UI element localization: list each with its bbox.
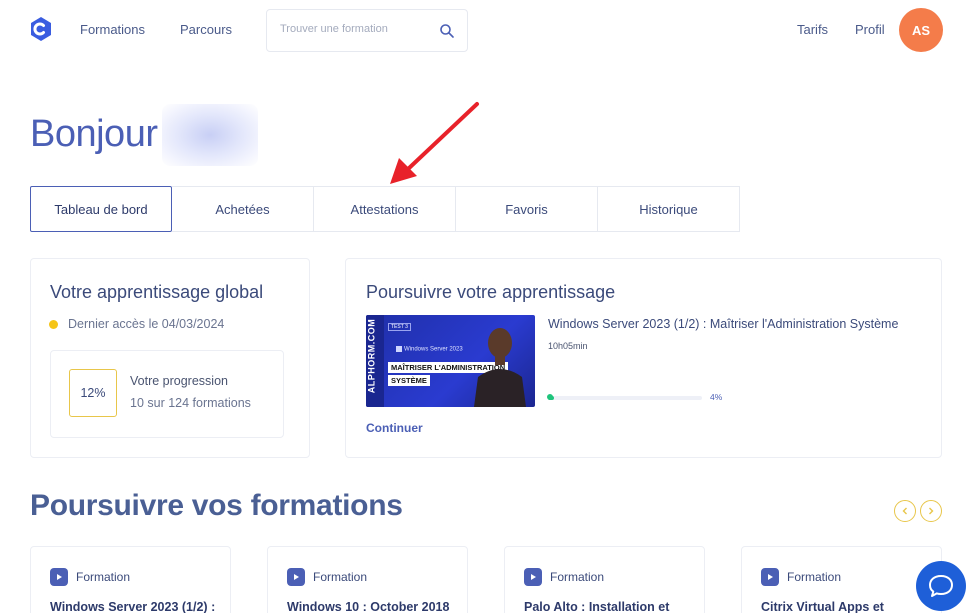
tab-historique[interactable]: Historique (598, 186, 740, 232)
thumbnail-line2: SYSTÈME (388, 375, 430, 386)
search-input[interactable] (280, 23, 430, 35)
global-card-title: Votre apprentissage global (50, 282, 264, 302)
logo-icon[interactable] (28, 16, 54, 42)
search-icon[interactable] (439, 23, 455, 39)
carousel-next-button[interactable] (920, 500, 942, 522)
chat-icon (929, 575, 953, 597)
continue-card-title: Poursuivre votre apprentissage (366, 282, 616, 302)
tab-favoris[interactable]: Favoris (456, 186, 598, 232)
course-title[interactable]: Windows Server 2023 (1/2) : Maîtriser l'… (548, 317, 898, 331)
carousel-prev-button[interactable] (894, 500, 916, 522)
global-learning-card: Votre apprentissage global Dernier accès… (30, 258, 310, 458)
formation-card[interactable]: Formation Palo Alto : Installation et (504, 546, 705, 613)
play-icon (287, 568, 305, 586)
course-thumbnail[interactable]: ALPHORM.COM TEST 3 Windows Server 2023 M… (366, 315, 535, 407)
progress-count: 10 sur 124 formations (130, 396, 251, 410)
progress-percent: 12% (69, 369, 117, 417)
windows-icon (396, 346, 402, 352)
formation-title[interactable]: Windows 10 : October 2018 (287, 600, 449, 613)
formation-badge: Formation (76, 570, 131, 584)
annotation-arrow-icon (390, 102, 479, 184)
tab-tableau-de-bord[interactable]: Tableau de bord (30, 186, 172, 232)
formation-title[interactable]: Citrix Virtual Apps et (761, 600, 884, 613)
tab-attestations[interactable]: Attestations (314, 186, 456, 232)
thumbnail-tag: TEST 3 (388, 323, 411, 331)
course-progress-bar (548, 396, 702, 400)
clock-dot-icon (49, 319, 58, 329)
dashboard-tabs: Tableau de bord Achetées Attestations Fa… (30, 186, 740, 232)
play-icon (50, 568, 68, 586)
formation-card[interactable]: Formation Windows 10 : October 2018 (267, 546, 468, 613)
progress-label: Votre progression (130, 374, 228, 388)
course-duration: 10h05min (548, 341, 588, 351)
progress-summary: 12% Votre progression 10 sur 124 formati… (50, 350, 284, 438)
course-progress-dot (547, 394, 553, 400)
nav-profil[interactable]: Profil (855, 22, 885, 37)
thumbnail-product: Windows Server 2023 (396, 346, 463, 353)
last-access-text: Dernier accès le 04/03/2024 (68, 317, 225, 331)
formation-card[interactable]: Formation Windows Server 2023 (1/2) : (30, 546, 231, 613)
thumbnail-brand: ALPHORM.COM (366, 318, 377, 394)
greeting-title: Bonjour (30, 113, 158, 155)
chevron-left-icon (902, 507, 907, 515)
nav-formations[interactable]: Formations (80, 22, 145, 37)
formation-title[interactable]: Windows Server 2023 (1/2) : (50, 600, 215, 613)
continue-learning-card: Poursuivre votre apprentissage ALPHORM.C… (345, 258, 942, 458)
formation-card[interactable]: Formation Citrix Virtual Apps et (741, 546, 942, 613)
continue-button[interactable]: Continuer (366, 421, 423, 435)
section-title: Poursuivre vos formations (30, 489, 403, 522)
nav-tarifs[interactable]: Tarifs (797, 22, 828, 37)
blurred-user-name (162, 104, 258, 166)
avatar[interactable]: AS (899, 8, 943, 52)
course-progress-text: 4% (710, 392, 723, 402)
formation-title[interactable]: Palo Alto : Installation et (524, 600, 669, 613)
chat-button[interactable] (916, 561, 966, 611)
formation-badge: Formation (787, 570, 842, 584)
thumbnail-brand-strip: ALPHORM.COM (366, 315, 384, 407)
instructor-photo (474, 328, 526, 407)
play-icon (761, 568, 779, 586)
last-access: Dernier accès le 04/03/2024 (49, 317, 224, 331)
play-icon (524, 568, 542, 586)
top-header: Formations Parcours Tarifs Profil AS (0, 0, 968, 60)
nav-parcours[interactable]: Parcours (180, 22, 232, 37)
search-box (266, 9, 468, 52)
formation-badge: Formation (550, 570, 605, 584)
tab-achetees[interactable]: Achetées (172, 186, 314, 232)
chevron-right-icon (929, 507, 934, 515)
formation-badge: Formation (313, 570, 368, 584)
